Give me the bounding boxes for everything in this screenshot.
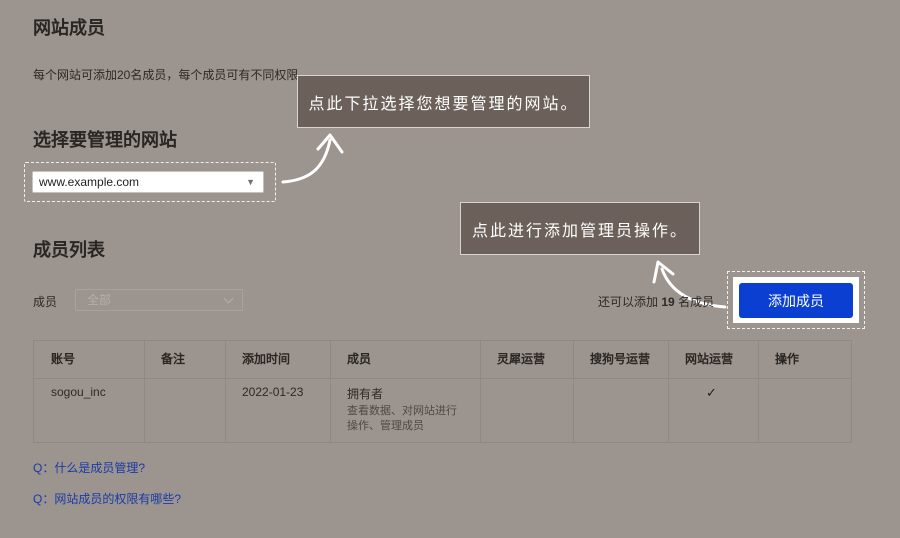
remaining-count: 19 <box>661 295 675 309</box>
page: 网站成员 每个网站可添加20名成员，每个成员可有不同权限 选择要管理的网站 ww… <box>0 0 900 538</box>
add-member-button[interactable]: 添加成员 <box>739 283 853 318</box>
cell-added: 2022-01-23 <box>242 385 304 399</box>
cell-member: 拥有者 查看数据、对网站进行操作、管理成员 <box>330 378 480 444</box>
chevron-down-icon <box>223 293 234 304</box>
site-select-value: www.example.com <box>39 175 140 189</box>
col-header-lingxi: 灵犀运营 <box>497 352 546 366</box>
site-select-highlight: www.example.com ▼ <box>24 162 276 202</box>
col-header-site-ops: 网站运营 <box>685 352 734 366</box>
remaining-count-text: 还可以添加 19 名成员 <box>598 293 714 310</box>
member-filter-select[interactable]: 全部 <box>75 289 243 311</box>
arrow-to-site-tip-icon <box>281 133 344 184</box>
members-heading: 成员列表 <box>33 240 105 260</box>
col-header-action: 操作 <box>775 352 800 366</box>
cell-action <box>758 378 853 444</box>
site-select-tooltip: 点此下拉选择您想要管理的网站。 <box>297 75 590 128</box>
page-title: 网站成员 <box>33 18 105 38</box>
remaining-prefix: 还可以添加 <box>598 295 659 309</box>
cell-note <box>144 378 225 444</box>
member-filter-label: 成员 <box>33 295 58 309</box>
col-header-sogou-ops: 搜狗号运营 <box>590 352 651 366</box>
cell-sogou-ops <box>573 378 668 444</box>
caret-down-icon: ▼ <box>246 177 255 187</box>
page-subtitle: 每个网站可添加20名成员，每个成员可有不同权限 <box>33 68 299 82</box>
member-filter-value: 全部 <box>87 293 112 307</box>
cell-account: sogou_inc <box>51 385 106 399</box>
faq-link-member-permissions[interactable]: Q：网站成员的权限有哪些? <box>33 490 181 507</box>
col-header-member: 成员 <box>347 352 372 366</box>
col-header-note: 备注 <box>161 352 186 366</box>
site-select-dropdown[interactable]: www.example.com ▼ <box>32 171 264 193</box>
col-header-added: 添加时间 <box>242 352 291 366</box>
member-permissions: 查看数据、对网站进行操作、管理成员 <box>347 405 457 432</box>
add-member-highlight: 添加成员 <box>727 271 865 329</box>
site-select-heading: 选择要管理的网站 <box>33 130 177 150</box>
add-member-tooltip: 点此进行添加管理员操作。 <box>460 202 700 255</box>
remaining-suffix: 名成员 <box>678 295 715 309</box>
faq-link-member-management[interactable]: Q：什么是成员管理? <box>33 459 145 476</box>
checkmark-icon: ✓ <box>706 385 717 400</box>
col-header-account: 账号 <box>51 352 76 366</box>
member-role: 拥有者 <box>347 387 384 401</box>
cell-lingxi <box>480 378 573 444</box>
members-table: 账号 备注 添加时间 成员 灵犀运营 搜狗号运营 网站运营 操作 sogou_i… <box>33 340 852 443</box>
